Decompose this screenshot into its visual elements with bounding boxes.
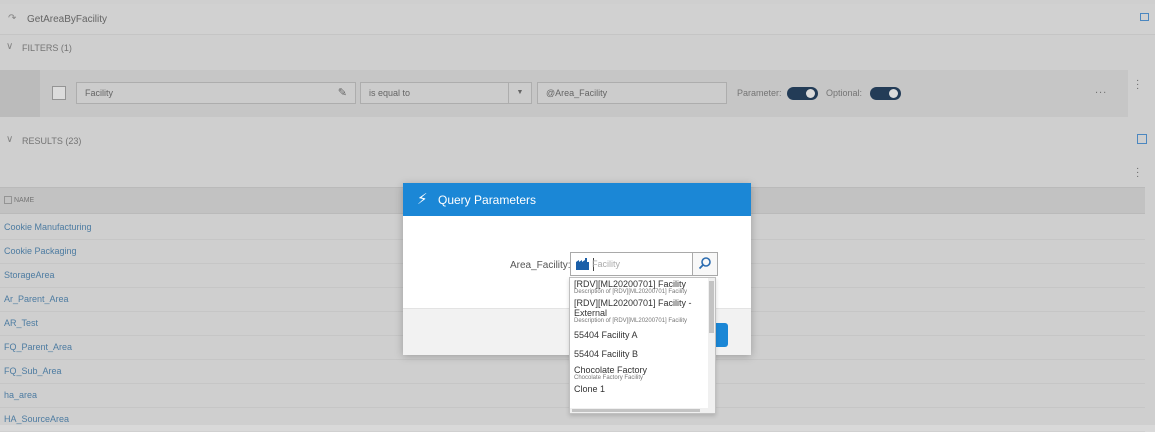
dialog-title: Query Parameters bbox=[438, 193, 537, 207]
option-description: Chocolate Factory Facility bbox=[574, 375, 644, 381]
option-name: Chocolate Factory bbox=[574, 365, 648, 375]
option-name: [RDV][ML20200701] Facility - External bbox=[574, 298, 692, 318]
magnifier-icon[interactable] bbox=[693, 253, 717, 275]
list-item[interactable]: 55404 Facility B bbox=[570, 345, 709, 364]
dialog-confirm-button[interactable] bbox=[716, 323, 728, 347]
list-item[interactable]: Chocolate Factory Chocolate Factory Faci… bbox=[570, 364, 709, 383]
option-name: Clone 1 bbox=[574, 384, 606, 394]
lookup-search-button[interactable] bbox=[692, 253, 717, 275]
option-name: [RDV][ML20200701] Facility bbox=[574, 279, 687, 289]
facility-results-list: [RDV][ML20200701] Facility Description o… bbox=[570, 278, 709, 395]
list-item[interactable]: 55404 Facility A bbox=[570, 326, 709, 345]
list-item[interactable]: Clone 1 bbox=[570, 383, 709, 395]
scrollbar-thumb[interactable] bbox=[572, 409, 700, 412]
option-name: 55404 Facility B bbox=[574, 349, 639, 359]
vertical-scrollbar[interactable] bbox=[708, 278, 715, 413]
parameter-name-label: Area_Facility: bbox=[510, 260, 571, 271]
option-description: Description of [RDV][ML20200701] Facilit… bbox=[574, 318, 688, 324]
lightning-bolt-icon: ⚡︎ bbox=[417, 191, 428, 208]
horizontal-scrollbar[interactable] bbox=[570, 408, 709, 413]
facility-results-dropdown[interactable]: [RDV][ML20200701] Facility Description o… bbox=[569, 277, 716, 414]
option-name: 55404 Facility A bbox=[574, 330, 638, 340]
list-item[interactable]: [RDV][ML20200701] Facility - External De… bbox=[570, 297, 709, 326]
scrollbar-thumb[interactable] bbox=[709, 281, 714, 333]
factory-icon bbox=[576, 258, 589, 270]
facility-lookup[interactable] bbox=[570, 252, 718, 276]
list-item[interactable]: [RDV][ML20200701] Facility Description o… bbox=[570, 278, 709, 297]
option-description: Description of [RDV][ML20200701] Facilit… bbox=[574, 289, 688, 295]
dialog-header: ⚡︎ Query Parameters bbox=[403, 183, 751, 216]
facility-search-input[interactable] bbox=[592, 256, 690, 272]
